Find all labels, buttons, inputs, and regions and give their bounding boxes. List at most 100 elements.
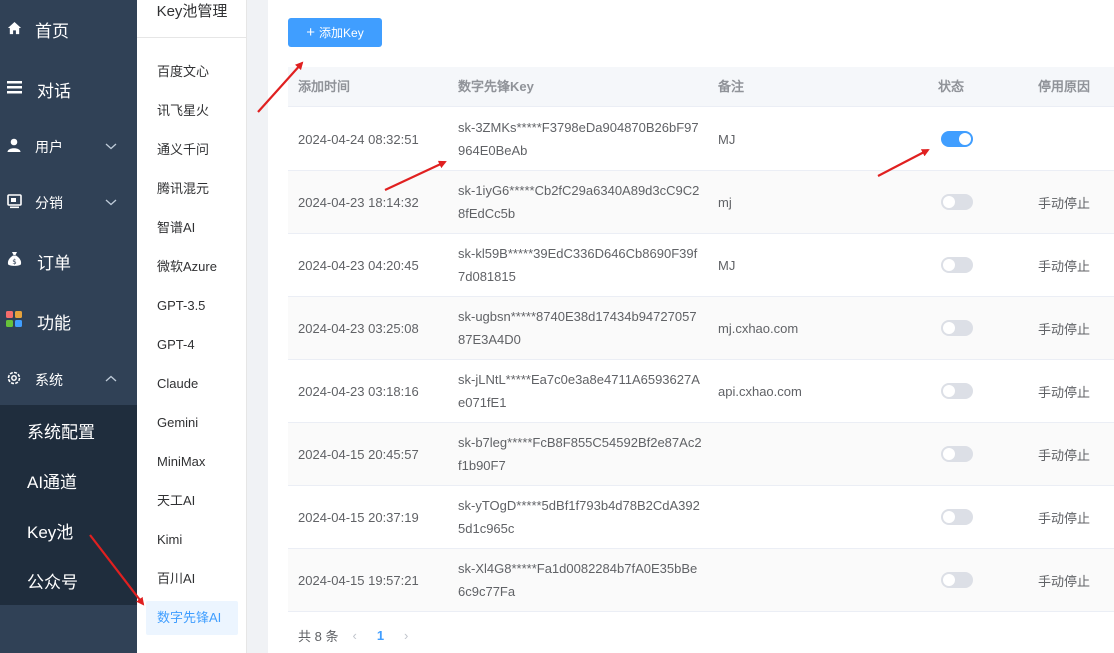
menu-item-user[interactable]: 用户 (0, 117, 137, 173)
status-switch[interactable] (941, 383, 973, 399)
switch-knob (943, 511, 955, 523)
svg-text:$: $ (12, 258, 16, 266)
column-header-status: 状态 (938, 79, 965, 94)
pagination-next-icon[interactable]: › (404, 628, 408, 643)
table-row: 2024-04-23 18:14:32 sk-1iyG6*****Cb2fC29a… (288, 171, 1114, 234)
money-bag-icon: $ (6, 251, 22, 267)
menu-label: 用户 (35, 139, 63, 155)
switch-knob (943, 574, 955, 586)
menu-label: 功能 (37, 314, 71, 333)
status-switch[interactable] (941, 194, 973, 210)
menu-label: 订单 (37, 254, 71, 273)
submenu-item-ai-channel[interactable]: AI通道 (0, 455, 137, 505)
pool-item-active[interactable]: 数字先锋AI (146, 601, 238, 635)
pool-item[interactable]: 天工AI (146, 484, 238, 518)
cell-key: sk-ugbsn*****8740E38d17434b9472705787E3A… (458, 309, 697, 347)
pool-item[interactable]: 微软Azure (146, 250, 238, 284)
pool-item[interactable]: MiniMax (146, 445, 238, 479)
cell-time: 2024-04-15 20:37:19 (298, 509, 419, 525)
menu-item-system[interactable]: 系统 (0, 350, 137, 406)
submenu-item-key-pool[interactable]: Key池 (0, 505, 137, 555)
pagination: 共 8 条 ‹ 1 › (298, 625, 422, 645)
chevron-up-icon (105, 372, 117, 384)
cell-key: sk-jLNtL*****Ea7c0e3a8e4711A6593627Ae071… (458, 372, 700, 410)
distribution-icon (6, 193, 22, 209)
cell-note: MJ (718, 131, 736, 147)
add-key-label: 添加Key (319, 26, 364, 40)
status-switch[interactable] (941, 509, 973, 525)
apps-grid-icon (6, 311, 22, 327)
status-switch[interactable] (941, 572, 973, 588)
pool-item[interactable]: 百川AI (146, 562, 238, 596)
pagination-prev-icon[interactable]: ‹ (352, 628, 356, 643)
pool-title: Key池管理 (137, 0, 247, 38)
cell-time: 2024-04-23 03:18:16 (298, 383, 419, 399)
cell-key: sk-b7leg*****FcB8F855C54592Bf2e87Ac2f1b9… (458, 435, 702, 473)
cell-reason: 手动停止 (1038, 573, 1091, 589)
cell-time: 2024-04-23 04:20:45 (298, 257, 419, 273)
cell-time: 2024-04-15 19:57:21 (298, 572, 419, 588)
cell-reason: 手动停止 (1038, 510, 1091, 526)
main-sidebar: 首页 对话 用户 分销 $ 订单 功能 系统 系统配置 AI通道 Key池 公众… (0, 0, 137, 653)
menu-label: 对话 (37, 82, 71, 101)
pool-item[interactable]: 百度文心 (146, 55, 238, 89)
status-switch[interactable] (941, 257, 973, 273)
status-switch[interactable] (941, 131, 973, 147)
cell-key: sk-yTOgD*****5dBf1f793b4d78B2CdA3925d1c9… (458, 498, 700, 536)
pool-item[interactable]: Claude (146, 367, 238, 401)
submenu-item-official-account[interactable]: 公众号 (0, 555, 137, 605)
cell-key: sk-kl59B*****39EdC336D646Cb8690F39f7d081… (458, 246, 698, 284)
cell-reason: 手动停止 (1038, 321, 1091, 337)
cell-key: sk-3ZMKs*****F3798eDa904870B26bF97964E0B… (458, 120, 699, 158)
cell-reason: 手动停止 (1038, 384, 1091, 400)
table-row: 2024-04-23 03:18:16 sk-jLNtL*****Ea7c0e3a… (288, 360, 1114, 423)
switch-knob (959, 133, 971, 145)
user-icon (6, 137, 22, 153)
table-row: 2024-04-23 04:20:45 sk-kl59B*****39EdC336… (288, 234, 1114, 297)
menu-item-features[interactable]: 功能 (0, 290, 137, 346)
gear-icon (6, 370, 22, 386)
home-icon (6, 20, 22, 36)
menu-item-distribution[interactable]: 分销 (0, 173, 137, 229)
submenu-item-system-config[interactable]: 系统配置 (0, 405, 137, 455)
pool-item[interactable]: GPT-4 (146, 328, 238, 362)
menu-label: 首页 (35, 22, 69, 41)
column-header-note: 备注 (718, 79, 745, 94)
menu-item-chat[interactable]: 对话 (0, 60, 137, 116)
chevron-down-icon (105, 195, 117, 207)
pool-item[interactable]: 智谱AI (146, 211, 238, 245)
add-key-button[interactable]: + 添加Key (288, 18, 382, 47)
cell-key: sk-1iyG6*****Cb2fC29a6340A89d3cC9C28fEdC… (458, 183, 700, 221)
pool-item[interactable]: 通义千问 (146, 133, 238, 167)
pool-item[interactable]: Gemini (146, 406, 238, 440)
status-switch[interactable] (941, 320, 973, 336)
pool-item[interactable]: GPT-3.5 (146, 289, 238, 323)
switch-knob (943, 385, 955, 397)
menu-item-home[interactable]: 首页 (0, 0, 137, 56)
cell-time: 2024-04-23 18:14:32 (298, 194, 419, 210)
submenu-label: 公众号 (27, 572, 78, 592)
column-header-key: 数字先锋Key (458, 79, 534, 94)
main-content: + 添加Key 添加时间 数字先锋Key 备注 状态 停用原因 2024-04-… (268, 0, 1114, 653)
system-submenu: 系统配置 AI通道 Key池 公众号 (0, 405, 137, 605)
menu-label: 分销 (35, 195, 63, 211)
switch-knob (943, 322, 955, 334)
cell-reason: 手动停止 (1038, 195, 1091, 211)
cell-note: mj (718, 194, 732, 210)
column-header-time: 添加时间 (298, 79, 351, 94)
status-switch[interactable] (941, 446, 973, 462)
cell-note: MJ (718, 257, 736, 273)
cell-time: 2024-04-23 03:25:08 (298, 320, 419, 336)
submenu-label: Key池 (27, 522, 74, 542)
table-header: 添加时间 数字先锋Key 备注 状态 停用原因 (288, 67, 1114, 107)
menu-item-orders[interactable]: $ 订单 (0, 230, 137, 286)
pagination-page[interactable]: 1 (377, 628, 384, 643)
switch-knob (943, 196, 955, 208)
pool-item[interactable]: 讯飞星火 (146, 94, 238, 128)
pool-item[interactable]: 腾讯混元 (146, 172, 238, 206)
submenu-label: 系统配置 (27, 422, 95, 442)
table-row: 2024-04-24 08:32:51 sk-3ZMKs*****F3798eDa… (288, 108, 1114, 171)
pool-item[interactable]: Kimi (146, 523, 238, 557)
switch-knob (943, 448, 955, 460)
submenu-label: AI通道 (27, 472, 78, 492)
